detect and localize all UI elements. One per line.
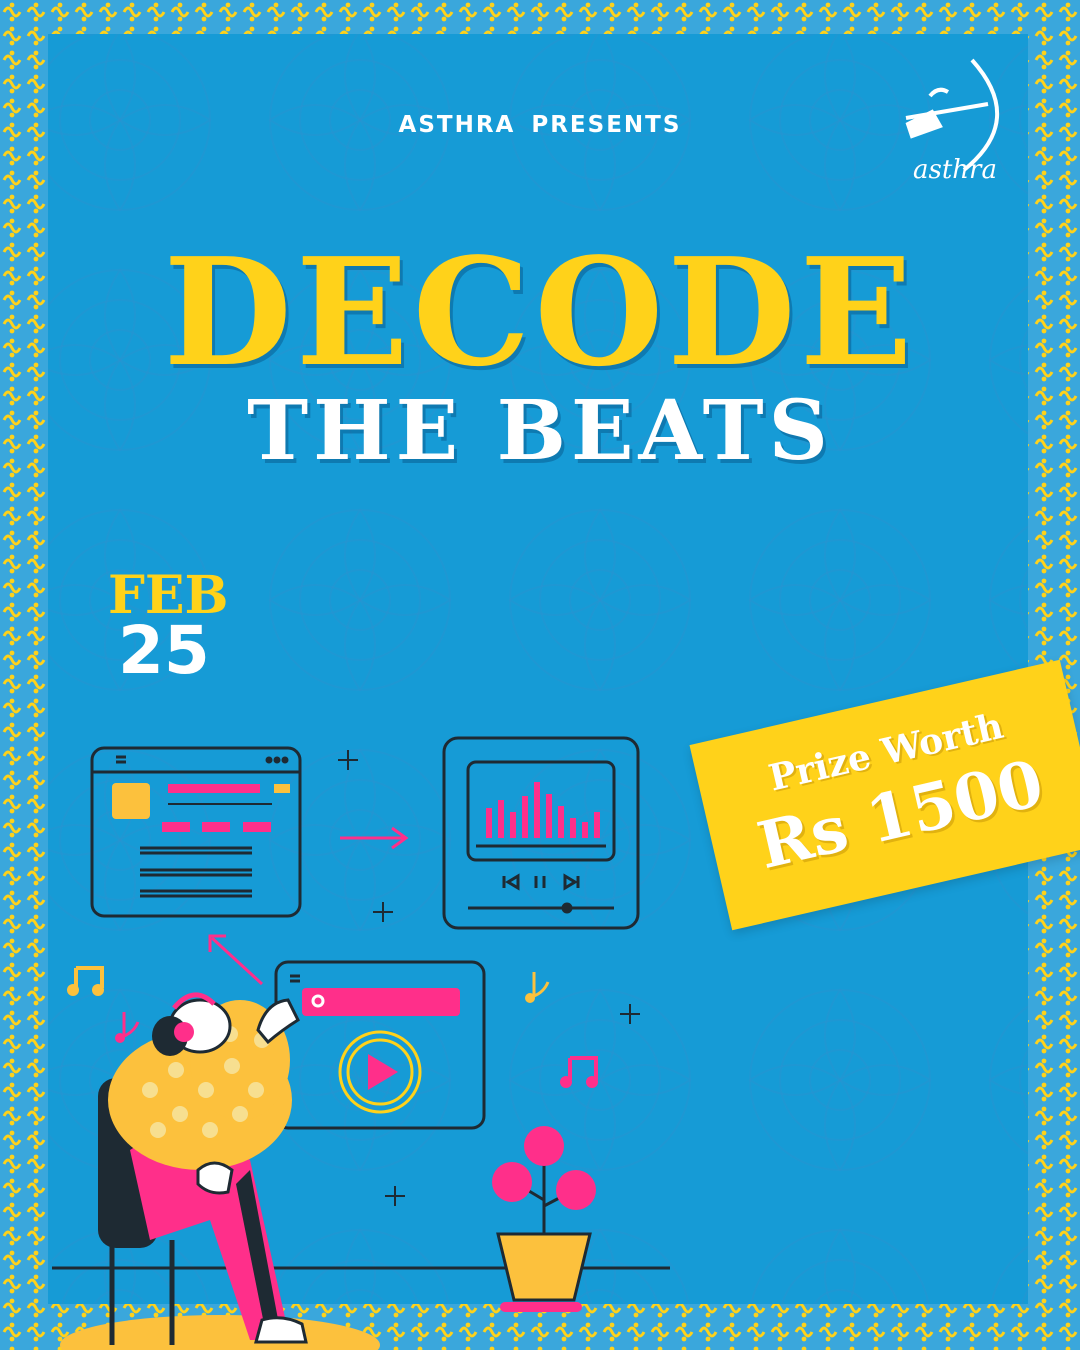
event-poster: ASTHRA PRESENTS asthra DECODE THE BEATS … [0, 0, 1080, 1350]
asthra-logo-wordmark: asthra [913, 155, 997, 185]
title-line-the-beats: THE BEATS [247, 383, 833, 479]
presenter-text: ASTHRA PRESENTS [398, 112, 682, 138]
title-line-decode: DECODE [163, 225, 917, 399]
event-day: 25 [118, 612, 210, 689]
